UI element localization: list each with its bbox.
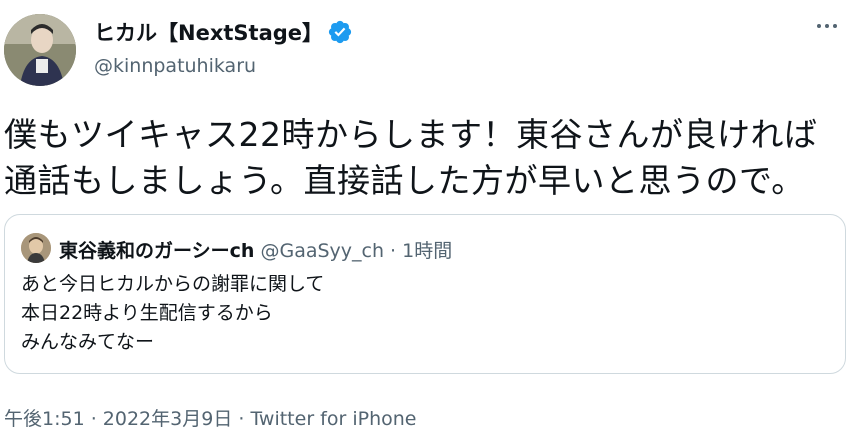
quoted-tweet-card[interactable]: 東谷義和のガーシーch @GaaSyy_ch · 1時間 あと今日ヒカルからの謝… <box>4 214 846 374</box>
quoted-handle: @GaaSyy_ch <box>260 240 385 262</box>
quoted-display-name: 東谷義和のガーシーch <box>59 240 255 262</box>
avatar-image <box>4 14 76 86</box>
tweet-text: 僕もツイキャス22時からします！東谷さんが良ければ 通話もしましょう。直接話した… <box>4 115 818 200</box>
tweet-source-link[interactable]: Twitter for iPhone <box>250 408 416 430</box>
tweet-date-link[interactable]: 2022年3月9日 <box>103 408 233 430</box>
author-name-row[interactable]: ヒカル【NextStage】 <box>94 17 353 47</box>
tweet-time-link[interactable]: 午後1:51 <box>4 408 85 430</box>
quoted-time: 1時間 <box>402 240 453 262</box>
tweet-footer: 午後1:51 · 2022年3月9日 · Twitter for iPhone <box>4 404 416 431</box>
author-handle[interactable]: @kinnpatuhikaru <box>94 55 256 77</box>
author-display-name[interactable]: ヒカル【NextStage】 <box>94 17 323 47</box>
quoted-tweet-text: あと今日ヒカルからの謝罪に関して 本日22時より生配信するから みんなみてなー <box>21 273 325 353</box>
author-avatar[interactable] <box>4 14 76 86</box>
footer-separator: · <box>84 408 103 430</box>
verified-check-icon <box>327 19 353 45</box>
quoted-separator: · <box>384 240 403 262</box>
footer-separator: · <box>232 408 251 430</box>
more-horizontal-icon[interactable] <box>812 14 842 38</box>
quoted-header: 東谷義和のガーシーch @GaaSyy_ch · 1時間 <box>59 236 452 263</box>
quoted-author-avatar <box>21 233 51 263</box>
